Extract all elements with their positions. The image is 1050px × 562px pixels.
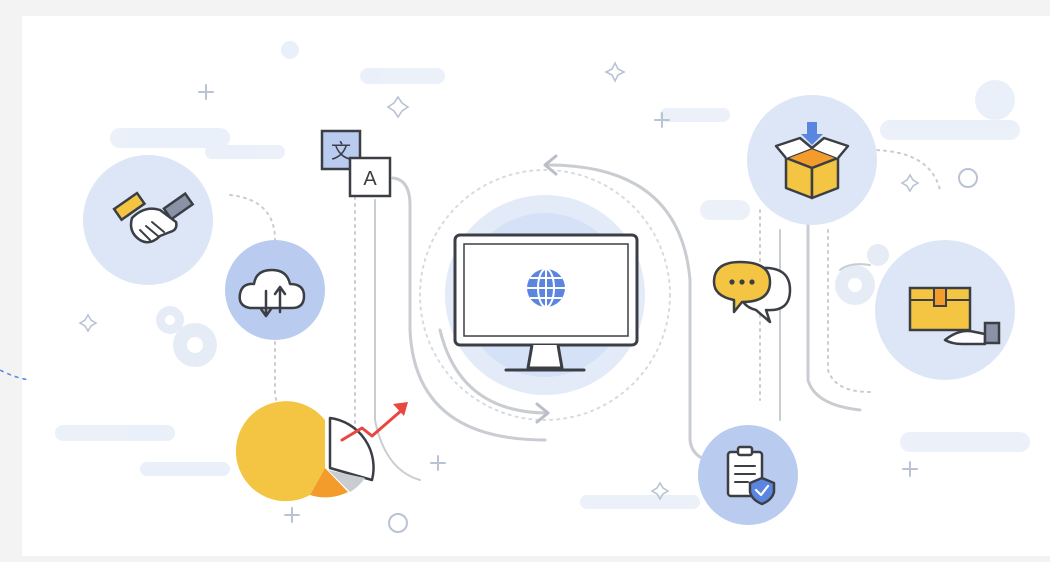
package-delivery-icon [875, 240, 1015, 380]
translate-target-glyph: A [363, 168, 377, 190]
illustration-canvas: 文 A [0, 16, 1050, 556]
cloud-sync-icon [225, 240, 325, 340]
checklist-shield-icon [698, 425, 798, 525]
business-process-illustration: 文 A [0, 0, 1050, 562]
translate-source-glyph: 文 [331, 140, 351, 163]
monitor-globe-icon [445, 195, 645, 395]
handshake-icon [83, 155, 213, 285]
package-download-icon [747, 95, 877, 225]
